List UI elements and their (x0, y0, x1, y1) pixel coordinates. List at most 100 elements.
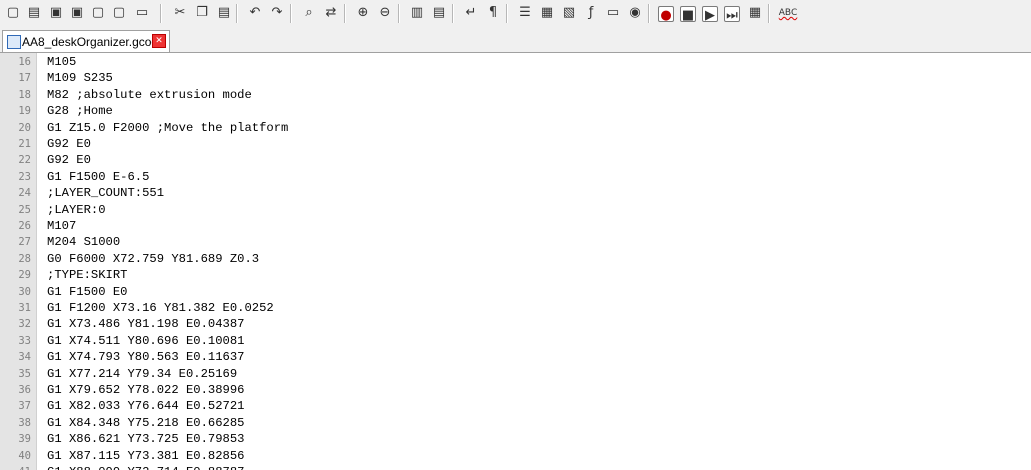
code-line[interactable]: 17 M109 S235 (0, 70, 1031, 86)
code-text: G1 X88.099 Y72.714 E0.88787 (47, 464, 244, 470)
print-icon[interactable]: ▭ (133, 4, 151, 22)
code-text: G1 F1500 E0 (47, 284, 128, 299)
line-number: 29 (18, 269, 31, 282)
close-icon[interactable]: ▢ (89, 4, 107, 22)
code-line[interactable]: 22 G92 E0 (0, 152, 1031, 168)
monitoring-eye-icon[interactable]: ◉ (626, 4, 644, 22)
code-line[interactable]: 40 G1 X87.115 Y73.381 E0.82856 (0, 448, 1031, 464)
code-text: M204 S1000 (47, 235, 121, 250)
code-line[interactable]: 26 M107 (0, 218, 1031, 234)
code-text: G1 F1500 E-6.5 (47, 169, 150, 184)
line-number: 16 (18, 56, 31, 68)
line-number: 24 (18, 187, 31, 200)
save-macro-icon[interactable]: ▦ (746, 4, 764, 22)
spell-check-icon[interactable]: ABC (776, 4, 800, 22)
redo-icon[interactable]: ↷ (268, 4, 286, 22)
code-line[interactable]: 31 G1 F1200 X73.16 Y81.382 E0.0252 (0, 300, 1031, 316)
code-line[interactable]: 34 G1 X74.793 Y80.563 E0.11637 (0, 349, 1031, 365)
code-text: G28 ;Home (47, 104, 113, 119)
indent-guide-icon[interactable]: ☰ (516, 4, 534, 22)
line-number: 22 (18, 154, 31, 167)
toolbar-separator (290, 4, 292, 23)
line-number: 36 (18, 384, 31, 396)
save-icon[interactable]: ▣ (47, 4, 65, 22)
code-text: G1 X74.511 Y80.696 E0.10081 (47, 333, 245, 348)
code-line[interactable]: 21 G92 E0 (0, 136, 1031, 152)
copy-icon[interactable]: ❐ (193, 4, 211, 22)
line-number: 31 (18, 302, 31, 314)
folder-workspace-icon[interactable]: ▭ (604, 4, 622, 22)
code-line[interactable]: 18 M82 ;absolute extrusion mode (0, 87, 1031, 103)
function-list-icon[interactable]: ƒ (582, 4, 600, 22)
line-number: 30 (18, 285, 31, 298)
tab-document[interactable]: AA8_deskOrganizer.gcode ✕ (2, 30, 170, 52)
show-all-characters-icon[interactable]: ¶ (484, 4, 502, 22)
code-text: G1 F1200 X73.16 Y81.382 E0.0252 (47, 301, 274, 315)
code-line[interactable]: 16 M105 (0, 54, 1031, 70)
code-text: G1 X86.621 Y73.725 E0.79853 (47, 432, 245, 447)
main-toolbar: ▢ ▤ ▣ ▣ ▢ ▢ ▭ ✂ ❐ ▤ ↶ ↷ ⌕ ⇄ ⊕ ⊖ ▥ ▤ ↵ ¶ ☰ ▦ ▧ ƒ ▭ ◉ ● ■ ▶ ⏭ ▦ ABC (0, 0, 1031, 29)
cut-icon[interactable]: ✂ (171, 4, 189, 22)
code-text: G92 E0 (47, 137, 91, 151)
editor-area[interactable]: 16 M105 17 M109 S235 18 M82 ;absolute extrusi… (0, 53, 1031, 470)
new-file-icon[interactable]: ▢ (4, 4, 22, 22)
line-number: 33 (18, 334, 31, 347)
zoom-out-icon[interactable]: ⊖ (376, 4, 394, 22)
code-line[interactable]: 41 G1 X88.099 Y72.714 E0.88787 (0, 464, 1031, 470)
line-number: 26 (18, 220, 31, 232)
code-line[interactable]: 19 G28 ;Home (0, 103, 1031, 119)
tab-bar: AA8_deskOrganizer.gcode ✕ (0, 28, 1031, 53)
line-number: 20 (18, 121, 31, 134)
close-all-icon[interactable]: ▢ (110, 4, 128, 22)
line-number: 41 (0, 464, 31, 470)
toolbar-separator (344, 4, 346, 23)
toolbar-separator (768, 4, 770, 23)
code-line[interactable]: 33 G1 X74.511 Y80.696 E0.10081 (0, 333, 1031, 349)
zoom-in-icon[interactable]: ⊕ (354, 4, 372, 22)
word-wrap-icon[interactable]: ↵ (462, 4, 480, 22)
code-line[interactable]: 32 G1 X73.486 Y81.198 E0.04387 (0, 316, 1031, 332)
code-line[interactable]: 23 G1 F1500 E-6.5 (0, 169, 1031, 185)
document-map-icon[interactable]: ▧ (560, 4, 578, 22)
save-all-icon[interactable]: ▣ (68, 4, 86, 22)
undo-icon[interactable]: ↶ (246, 4, 264, 22)
code-line[interactable]: 38 G1 X84.348 Y75.218 E0.66285 (0, 415, 1031, 431)
record-macro-icon[interactable]: ● (658, 6, 674, 23)
code-line[interactable]: 20 G1 Z15.0 F2000 ;Move the platform (0, 120, 1031, 136)
code-line[interactable]: 25 ;LAYER:0 (0, 202, 1031, 218)
document-saved-icon (7, 35, 21, 49)
close-tab-icon[interactable]: ✕ (152, 34, 166, 48)
code-line[interactable]: 35 G1 X77.214 Y79.34 E0.25169 (0, 366, 1031, 382)
code-text: G1 X82.033 Y76.644 E0.52721 (47, 399, 245, 414)
line-number: 28 (18, 252, 31, 265)
toolbar-separator (506, 4, 508, 23)
code-line[interactable]: 29 ;TYPE:SKIRT (0, 267, 1031, 283)
user-language-icon[interactable]: ▦ (538, 4, 556, 22)
line-number: 37 (18, 400, 31, 413)
sync-horizontal-icon[interactable]: ▤ (430, 4, 448, 22)
sync-vertical-icon[interactable]: ▥ (408, 4, 426, 22)
code-line[interactable]: 39 G1 X86.621 Y73.725 E0.79853 (0, 431, 1031, 447)
code-line[interactable]: 24 ;LAYER_COUNT:551 (0, 185, 1031, 201)
line-number: 17 (18, 72, 31, 85)
code-line[interactable]: 30 G1 F1500 E0 (0, 284, 1031, 300)
code-line[interactable]: 36 G1 X79.652 Y78.022 E0.38996 (0, 382, 1031, 398)
paste-icon[interactable]: ▤ (215, 4, 233, 22)
play-macro-icon[interactable]: ▶ (702, 6, 718, 23)
code-text: M105 (47, 55, 77, 69)
code-text: G92 E0 (47, 153, 91, 168)
toolbar-separator (160, 4, 162, 23)
open-file-icon[interactable]: ▤ (25, 4, 43, 22)
line-number: 35 (18, 367, 31, 380)
line-number: 34 (18, 351, 31, 364)
code-text: G1 X73.486 Y81.198 E0.04387 (47, 317, 245, 332)
replace-icon[interactable]: ⇄ (322, 4, 340, 22)
run-macro-multiple-icon[interactable]: ⏭ (724, 6, 740, 23)
code-text: ;TYPE:SKIRT (47, 268, 128, 283)
code-line[interactable]: 37 G1 X82.033 Y76.644 E0.52721 (0, 398, 1031, 414)
line-number: 39 (18, 433, 31, 446)
stop-macro-icon[interactable]: ■ (680, 6, 696, 23)
find-icon[interactable]: ⌕ (300, 4, 318, 22)
code-line[interactable]: 27 M204 S1000 (0, 234, 1031, 250)
code-line[interactable]: 28 G0 F6000 X72.759 Y81.689 Z0.3 (0, 251, 1031, 267)
